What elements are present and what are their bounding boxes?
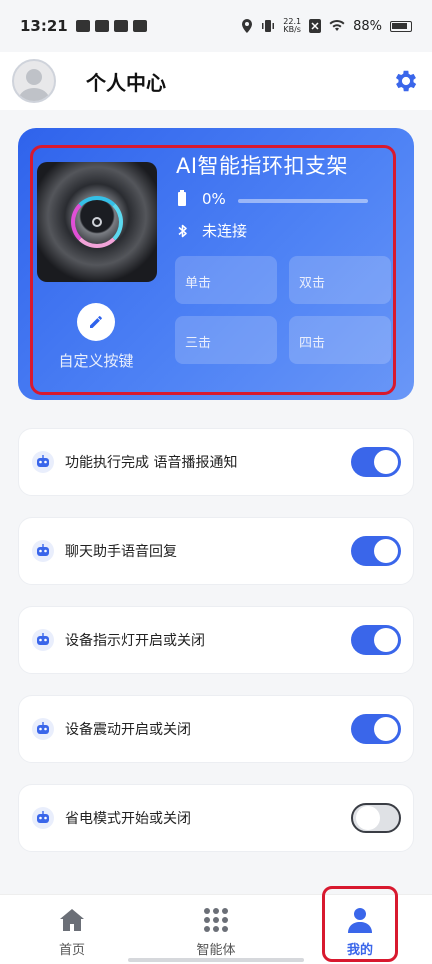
setting-label: 设备震动开启或关闭 [65, 722, 191, 738]
toggle-indicator-light[interactable] [351, 625, 401, 655]
setting-label: 功能执行完成 语音播报通知 [65, 455, 238, 471]
device-card: 自定义按键 AI智能指环扣支架 0% 未连接 单击 双击 三击 四击 [18, 128, 414, 400]
link-notification-icon [94, 20, 109, 32]
status-time: 13:21 [20, 17, 68, 35]
setting-power-saving: 省电模式开始或关闭 [18, 784, 414, 852]
setting-vibration: 设备震动开启或关闭 [18, 695, 414, 763]
setting-label: 省电模式开始或关闭 [65, 811, 191, 827]
location-icon [242, 19, 253, 33]
toggle-voice-notify[interactable] [351, 447, 401, 477]
nav-highlight-box [322, 886, 398, 962]
setting-label: 聊天助手语音回复 [65, 544, 177, 560]
robot-icon [32, 718, 54, 740]
setting-voice-notify: 功能执行完成 语音播报通知 [18, 428, 414, 496]
battery-percent: 88% [353, 18, 382, 34]
device-highlight-box [30, 145, 396, 395]
avatar[interactable] [12, 59, 56, 103]
page-title: 个人中心 [86, 70, 166, 95]
nav-label: 智能体 [196, 943, 236, 958]
robot-icon [32, 540, 54, 562]
home-icon [60, 909, 84, 931]
gear-icon[interactable] [392, 67, 420, 95]
page-header: 个人中心 [0, 52, 432, 110]
nav-item-home[interactable]: 首页 [22, 895, 122, 964]
toggle-knob [374, 450, 398, 474]
nav-label: 首页 [58, 943, 85, 958]
robot-icon [32, 451, 54, 473]
toggle-knob [374, 717, 398, 741]
toggle-chat-voice-reply[interactable] [351, 536, 401, 566]
battery-icon [390, 20, 412, 32]
vibrate-icon [262, 20, 275, 32]
setting-indicator-light: 设备指示灯开启或关闭 [18, 606, 414, 674]
net-speed-unit: KB/s [283, 25, 301, 34]
nav-item-agents[interactable]: 智能体 [166, 895, 266, 964]
toggle-knob [356, 806, 380, 830]
status-bar: 13:21 22.1 KB/s 88% [0, 0, 432, 52]
sim-x-icon [309, 19, 322, 33]
app-notification-icon [75, 20, 90, 32]
robot-icon [32, 629, 54, 651]
toggle-power-saving[interactable] [351, 803, 401, 833]
toggle-knob [374, 628, 398, 652]
setting-label: 设备指示灯开启或关闭 [65, 633, 205, 649]
notification-icons [75, 20, 147, 32]
gesture-bar[interactable] [128, 958, 304, 962]
robot-icon [32, 807, 54, 829]
wifi-icon [329, 20, 345, 31]
grid-icon [204, 908, 228, 932]
toggle-knob [374, 539, 398, 563]
setting-chat-voice-reply: 聊天助手语音回复 [18, 517, 414, 585]
crown-notification-icon [132, 20, 147, 32]
status-right: 22.1 KB/s 88% [241, 18, 412, 34]
wechat-notification-icon [113, 20, 128, 32]
toggle-vibration[interactable] [351, 714, 401, 744]
network-speed: 22.1 KB/s [283, 18, 301, 34]
